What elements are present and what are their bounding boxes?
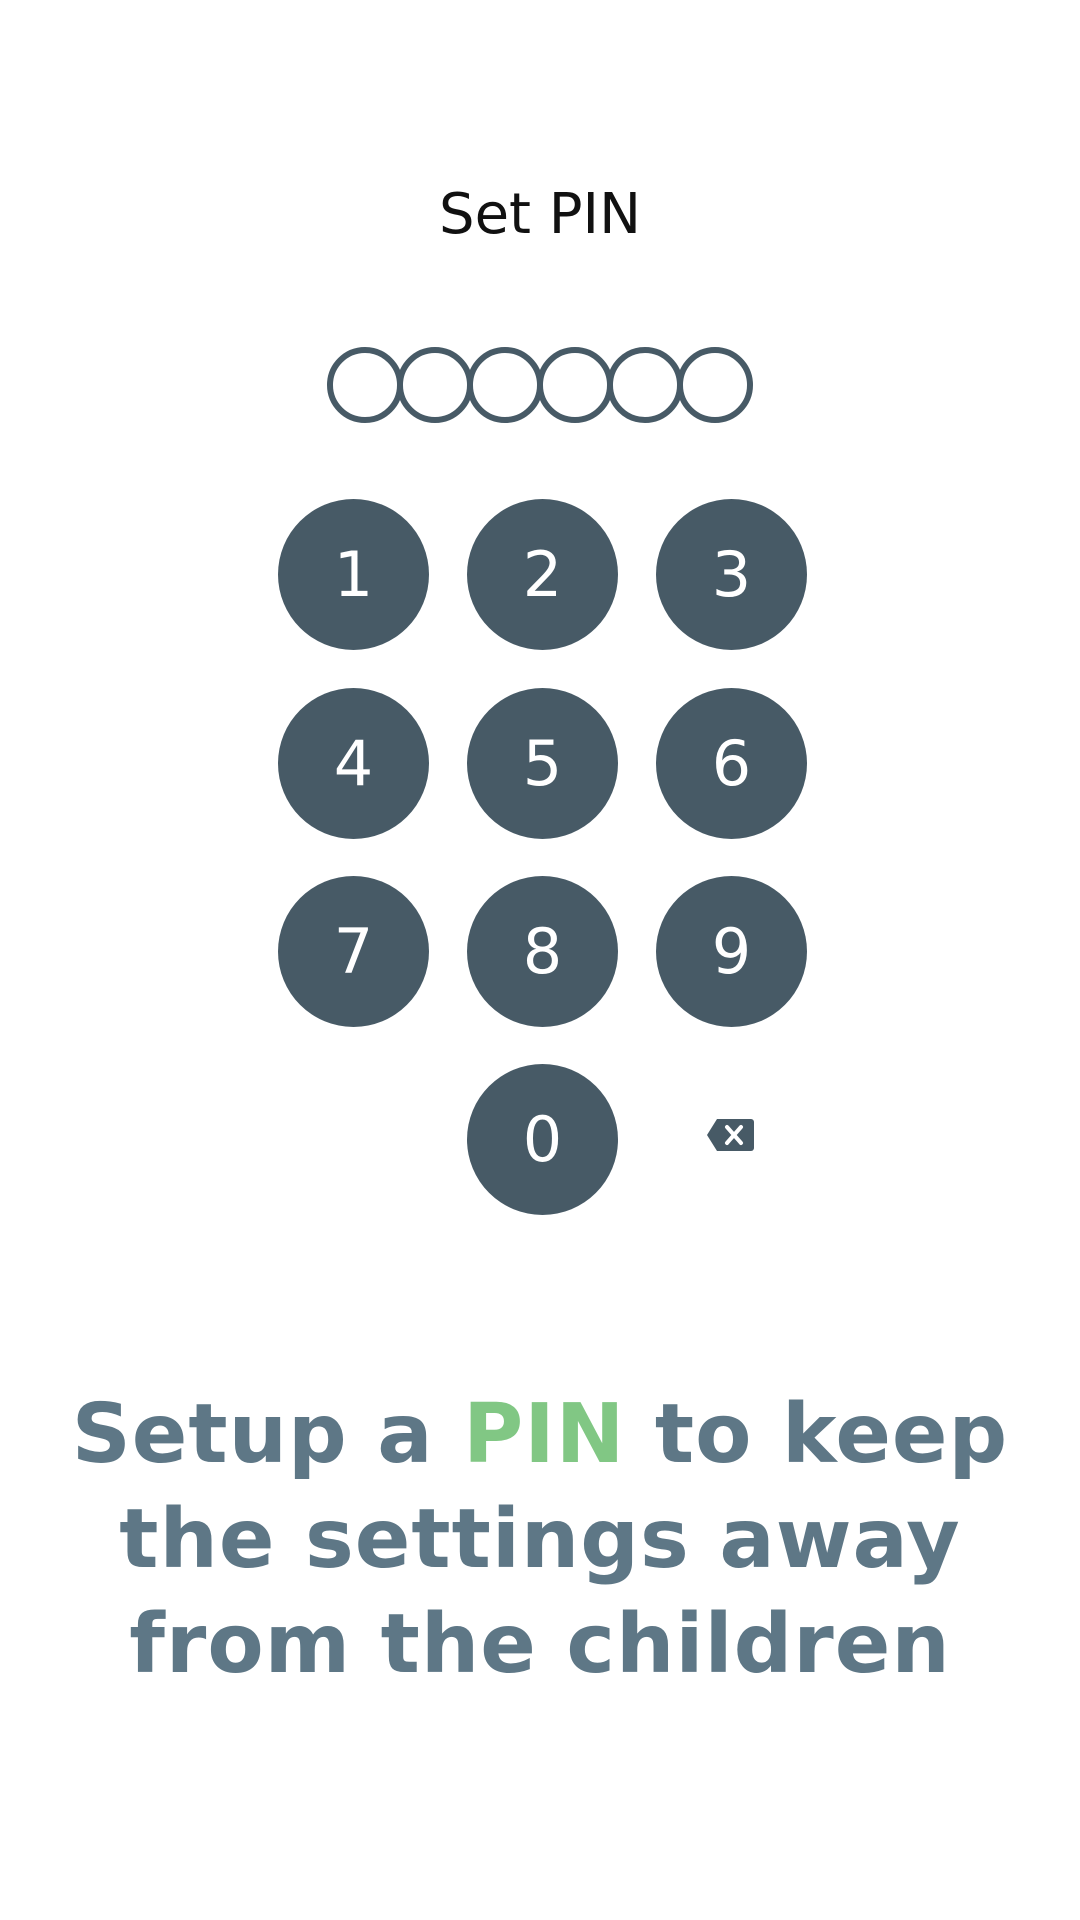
pin-dot — [607, 347, 683, 423]
pin-dot — [327, 347, 403, 423]
pin-indicator — [0, 347, 1080, 423]
key-7[interactable]: 7 — [278, 876, 429, 1027]
key-9[interactable]: 9 — [656, 876, 807, 1027]
key-2[interactable]: 2 — [467, 499, 618, 650]
key-label: 2 — [522, 537, 563, 611]
key-label: 0 — [522, 1102, 563, 1176]
key-5[interactable]: 5 — [467, 688, 618, 839]
key-label: 7 — [333, 914, 374, 988]
pin-dot — [677, 347, 753, 423]
pin-dot — [467, 347, 543, 423]
key-label: 6 — [711, 726, 752, 800]
pin-dot — [397, 347, 473, 423]
backspace-icon — [707, 1119, 754, 1151]
backspace-button[interactable] — [705, 1117, 755, 1153]
key-label: 5 — [522, 726, 563, 800]
key-label: 9 — [711, 914, 752, 988]
key-3[interactable]: 3 — [656, 499, 807, 650]
key-label: 4 — [333, 726, 374, 800]
key-label: 1 — [333, 537, 374, 611]
key-0[interactable]: 0 — [467, 1064, 618, 1215]
pin-dot — [537, 347, 613, 423]
page-title: Set PIN — [439, 182, 641, 247]
key-8[interactable]: 8 — [467, 876, 618, 1027]
pin-explanation: Setup a PIN to keep the settings away fr… — [0, 1382, 1080, 1697]
message-accent: PIN — [463, 1387, 626, 1482]
key-label: 8 — [522, 914, 563, 988]
key-4[interactable]: 4 — [278, 688, 429, 839]
key-label: 3 — [711, 537, 752, 611]
key-1[interactable]: 1 — [278, 499, 429, 650]
key-6[interactable]: 6 — [656, 688, 807, 839]
message-part-1: Setup a — [71, 1387, 464, 1482]
